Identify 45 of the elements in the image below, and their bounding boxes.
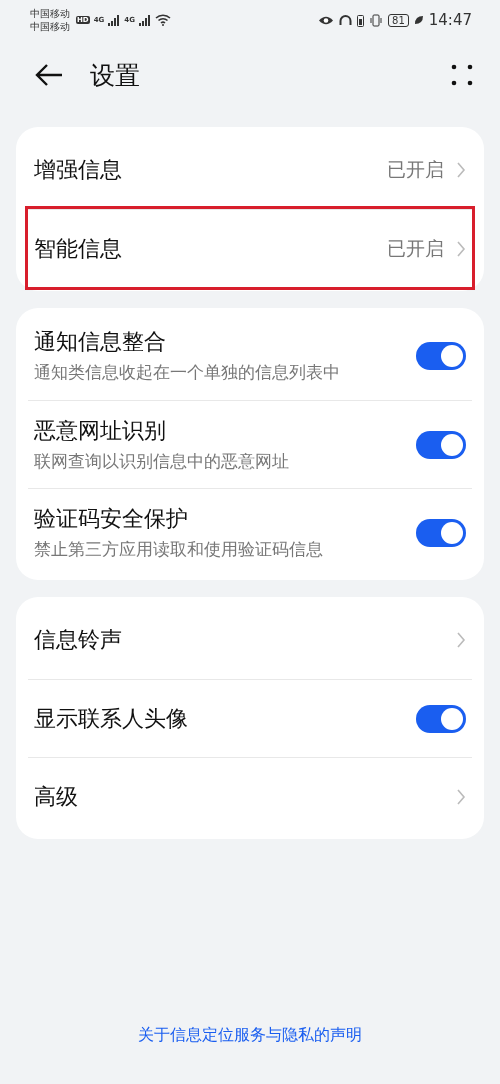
setting-title: 验证码安全保护 (34, 504, 189, 533)
eye-icon (318, 14, 335, 26)
battery-level: 81 (388, 13, 409, 27)
setting-title: 高级 (34, 782, 79, 811)
chevron-icon (456, 787, 466, 806)
clock-time: 14:47 (428, 11, 472, 29)
setting-title: 恶意网址识别 (34, 416, 167, 445)
headphones-icon (339, 13, 353, 27)
settings-row[interactable]: 恶意网址识别 联网查询以识别信息中的恶意网址 (28, 400, 472, 488)
leaf-icon (413, 15, 424, 25)
toggle-switch[interactable] (416, 342, 466, 370)
privacy-link[interactable]: 关于信息定位服务与隐私的声明 (138, 1025, 362, 1046)
setting-description: 禁止第三方应用读取和使用验证码信息 (34, 537, 324, 561)
setting-title: 信息铃声 (34, 626, 123, 654)
setting-description: 联网查询以识别信息中的恶意网址 (34, 449, 290, 473)
vibrate-icon (369, 13, 384, 27)
setting-value: 已开启 (387, 157, 444, 182)
battery-small-icon (357, 13, 365, 27)
page-title: 设置 (90, 59, 141, 92)
toggle-switch[interactable] (416, 704, 466, 733)
setting-value: 已开启 (387, 235, 444, 261)
setting-title: 智能信息 (34, 234, 123, 263)
settings-row[interactable]: 通知信息整合 通知类信息收起在一个单独的信息列表中 (28, 312, 472, 400)
settings-row[interactable]: 高级 (28, 757, 472, 835)
settings-row[interactable]: 显示联系人头像 (28, 679, 472, 757)
wifi-icon (154, 14, 171, 26)
carrier-name: 中国移动 (30, 20, 70, 33)
signal-icon (108, 14, 121, 26)
settings-row[interactable]: 验证码安全保护 禁止第三方应用读取和使用验证码信息 (28, 488, 472, 576)
more-button[interactable] (450, 63, 474, 87)
settings-row[interactable]: 信息铃声 (28, 601, 472, 679)
carrier-name: 中国移动 (30, 7, 70, 20)
signal-icon (138, 14, 151, 26)
settings-row[interactable]: 增强信息 已开启 (28, 131, 472, 209)
settings-row[interactable]: 智能信息 已开启 (28, 209, 472, 287)
setting-title: 显示联系人头像 (34, 704, 189, 733)
chevron-icon (456, 631, 466, 649)
back-button[interactable] (34, 63, 64, 87)
setting-title: 通知信息整合 (34, 328, 167, 356)
chevron-icon (456, 161, 466, 179)
setting-title: 增强信息 (34, 156, 123, 184)
toggle-switch[interactable] (416, 430, 466, 459)
setting-description: 通知类信息收起在一个单独的信息列表中 (34, 361, 341, 384)
chevron-icon (456, 239, 466, 258)
toggle-switch[interactable] (416, 518, 466, 547)
